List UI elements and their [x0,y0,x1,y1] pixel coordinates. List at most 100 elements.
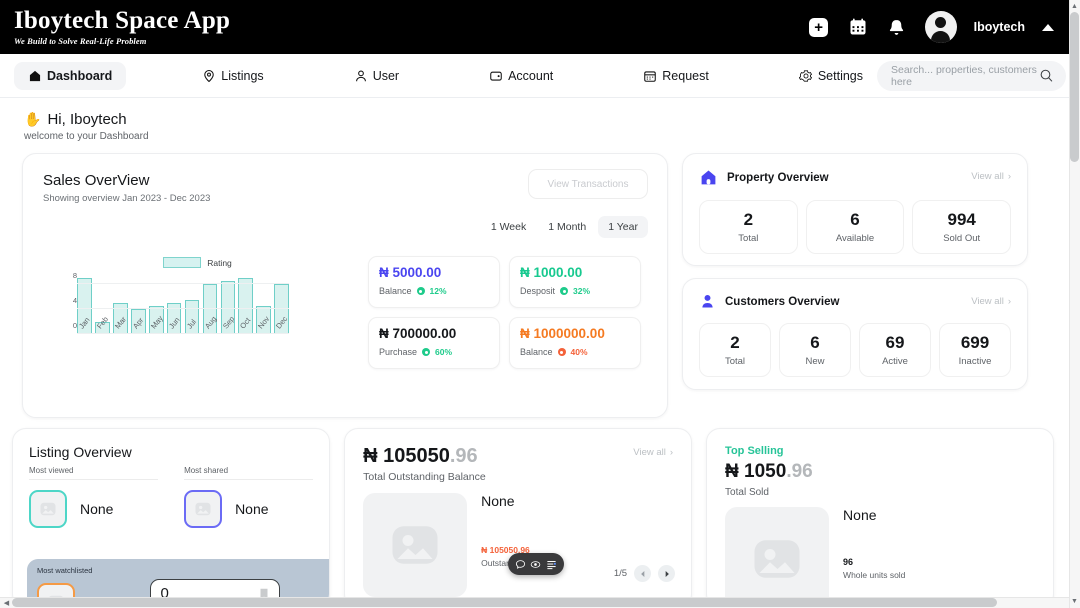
property-view-all-link[interactable]: View all › [971,171,1011,182]
prev-page-button[interactable] [634,565,651,582]
tile-caption: Active [864,356,926,367]
range-1-week[interactable]: 1 Week [481,216,536,238]
image-placeholder-icon [29,490,67,528]
chart-y-tick: 8 [65,271,77,280]
tile-caption: Available [811,233,900,244]
nav-label-dashboard: Dashboard [47,69,112,83]
property-stat-tile[interactable]: 2Total [699,200,798,254]
chevron-left-icon [639,570,647,578]
customers-overview-card: Customers Overview View all › 2Total6New… [682,278,1028,390]
sales-stat-tile[interactable]: ₦ 1000000.00Balance40% [509,317,641,369]
greeting-subtitle: welcome to your Dashboard [24,131,1080,142]
nav-item-settings[interactable]: Settings [785,62,877,90]
notifications-button[interactable] [886,16,908,38]
nav-label-user: User [373,69,399,83]
top-selling-caption: Total Sold [725,487,1035,498]
top-selling-units-caption: Whole units sold [843,570,905,580]
home-icon [699,168,718,187]
plus-icon: + [809,18,828,37]
top-header-bar: Iboytech Space App We Build to Solve Rea… [0,0,1080,54]
dashboard-row-top: Sales OverView Showing overview Jan 2023… [0,142,1080,418]
chart-gridline [77,308,289,309]
tile-number: 2 [704,333,766,353]
username-label[interactable]: Iboytech [974,20,1025,34]
search-input[interactable]: Search... properties, customers here [877,61,1066,91]
sales-bar-chart: Rating 048 JanFebMarAprMayJunJulAugSepOc… [61,257,306,357]
nav-item-account[interactable]: Account [475,62,567,90]
horizontal-scroll-thumb[interactable] [12,598,997,607]
avatar-head [935,17,946,28]
overview-column: Property Overview View all › 2Total6Avai… [682,153,1028,390]
view-transactions-button[interactable]: View Transactions [528,169,648,199]
sales-stat-tiles: ₦ 5000.00Balance12%₦ 1000.00Desposit32%₦… [368,256,648,369]
top-selling-amount-dec: .96 [786,461,812,482]
vertical-scrollbar[interactable]: ▲ ▼ [1069,0,1080,608]
chart-x-labels: JanFebMarAprMayJunJulAugSepOctNovDec [77,325,289,334]
tile-number: 69 [864,333,926,353]
user-icon [354,69,368,83]
calendar-button[interactable] [847,16,869,38]
sales-stat-tile[interactable]: ₦ 700000.00Purchase60% [368,317,500,369]
stat-amount: ₦ 1000000.00 [520,326,630,341]
tile-number: 994 [917,210,1006,230]
horizontal-scrollbar[interactable]: ◀ [0,597,1069,608]
most-shared-item[interactable]: None [184,490,313,528]
chevron-right-icon: › [1008,171,1011,182]
customer-stat-tile[interactable]: 699 Inactive [939,323,1011,377]
customer-stat-tile[interactable]: 6New [779,323,851,377]
scroll-left-icon[interactable]: ◀ [1,598,12,607]
tile-caption: Inactive [944,356,1006,367]
tile-number: 699 [944,333,1006,353]
sales-stat-tile[interactable]: ₦ 5000.00Balance12% [368,256,500,308]
property-overview-tiles: 2Total6Available994Sold Out [699,200,1011,254]
chart-y-tick: 4 [65,296,77,305]
sales-stat-tile[interactable]: ₦ 1000.00Desposit32% [509,256,641,308]
calendar-icon [643,69,657,83]
floating-toolbar[interactable] [508,553,564,575]
top-selling-item-row: None 96 Whole units sold [725,507,1035,608]
legend-label-rating: Rating [207,258,232,268]
nav-label-listings: Listings [221,69,263,83]
avatar[interactable] [925,11,957,43]
nav-label-request: Request [662,69,709,83]
chevron-right-icon [663,570,671,578]
search-icon[interactable] [1039,67,1054,84]
top-selling-item-name: None [843,507,905,523]
eye-icon[interactable] [530,559,541,570]
page-indicator: 1/5 [614,568,627,579]
comment-icon[interactable] [515,559,526,570]
listing-top-row: Most viewed None Most shared None [29,466,313,528]
list-icon[interactable] [546,559,557,570]
scroll-down-icon[interactable]: ▼ [1070,596,1079,607]
outstanding-amount: ₦ 105050.96 [363,445,673,468]
nav-item-dashboard[interactable]: Dashboard [14,62,126,90]
caret-up-icon[interactable] [1042,24,1054,31]
nav-item-listings[interactable]: Listings [188,62,277,90]
next-page-button[interactable] [658,565,675,582]
outstanding-caption: Total Outstanding Balance [363,471,673,483]
vertical-scroll-thumb[interactable] [1070,12,1079,162]
stat-amount: ₦ 1000.00 [520,265,630,280]
status-dot-icon [558,348,566,356]
add-button[interactable]: + [808,16,830,38]
status-dot-icon [417,287,425,295]
property-stat-tile[interactable]: 994Sold Out [912,200,1011,254]
chevron-right-icon: › [670,447,673,458]
range-1-month[interactable]: 1 Month [538,216,596,238]
range-1-year[interactable]: 1 Year [598,216,648,238]
scroll-up-icon[interactable]: ▲ [1070,1,1079,12]
customers-view-all-link[interactable]: View all › [971,296,1011,307]
tile-caption: Total [704,233,793,244]
customer-stat-tile[interactable]: 2Total [699,323,771,377]
customer-stat-tile[interactable]: 69 Active [859,323,931,377]
outstanding-view-all-link[interactable]: View all › [633,447,673,458]
gear-icon [799,69,813,83]
top-selling-item-details: None 96 Whole units sold [843,507,905,608]
nav-item-request[interactable]: Request [629,62,723,90]
most-viewed-item[interactable]: None [29,490,158,528]
wallet-icon [489,69,503,83]
outstanding-item-details: None ₦ 105050.96 Outstanding [481,493,530,597]
listing-overview-title: Listing Overview [29,444,313,460]
nav-item-user[interactable]: User [340,62,413,90]
property-stat-tile[interactable]: 6Available [806,200,905,254]
